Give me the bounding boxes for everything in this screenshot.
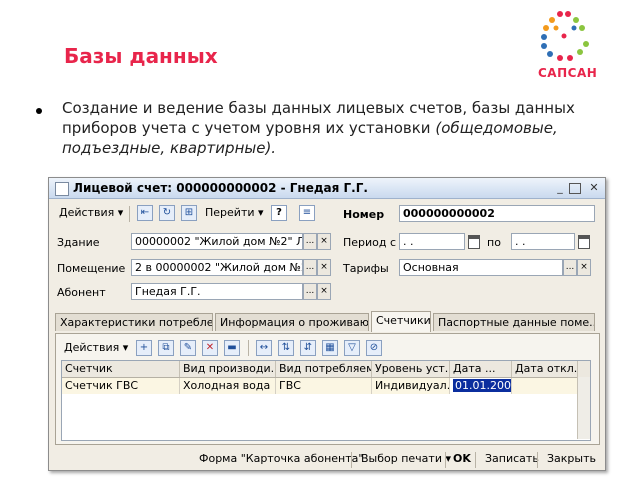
building-field[interactable]: 00000002 "Жилой дом №2" Лени xyxy=(131,233,303,250)
selected-date-value[interactable]: 01.01.2008 xyxy=(453,379,511,392)
columns-icon[interactable]: ▦ xyxy=(322,340,338,356)
table-scrollbar[interactable] xyxy=(577,377,590,439)
toolbar-separator xyxy=(129,206,130,222)
column-header[interactable]: Вид производи... xyxy=(180,361,276,377)
window-titlebar[interactable]: Лицевой счет: 000000000002 - Гнедая Г.Г.… xyxy=(49,178,605,199)
building-label: Здание xyxy=(57,236,100,249)
subscriber-label: Абонент xyxy=(57,286,106,299)
sort-asc-icon[interactable]: ⇅ xyxy=(278,340,294,356)
print-select-label: Выбор печати xyxy=(361,452,442,465)
close-button[interactable]: Закрыть xyxy=(543,451,600,467)
number-field[interactable]: 000000000002 xyxy=(399,205,595,222)
grid-actions-label: Действия xyxy=(64,341,120,354)
goto-menu-label: Перейти xyxy=(205,206,255,219)
tariffs-select-button[interactable]: ... xyxy=(563,259,577,276)
toolbar-separator xyxy=(537,452,538,468)
save-button[interactable]: Записать xyxy=(481,451,543,467)
period-from-field[interactable]: . . xyxy=(399,233,465,250)
subscriber-field[interactable]: Гнедая Г.Г. xyxy=(131,283,303,300)
bottom-bar: Форма "Карточка абонента" Выбор печати ▾… xyxy=(49,448,605,468)
subscriber-select-button[interactable]: ... xyxy=(303,283,317,300)
column-header[interactable]: Дата ... xyxy=(450,361,512,377)
premises-field[interactable]: 2 в 00000002 "Жилой дом №2" П xyxy=(131,259,303,276)
actions-menu-label: Действия xyxy=(59,206,115,219)
period-from-label: Период с xyxy=(343,236,397,249)
dropdown-arrow-icon: ▾ xyxy=(258,206,264,219)
toolbar-separator xyxy=(445,452,446,468)
structure-icon[interactable]: ⊞ xyxy=(181,205,197,221)
toolbar-separator xyxy=(475,452,476,468)
end-edit-icon[interactable]: ▬ xyxy=(224,340,240,356)
logo-text: САПСАН xyxy=(538,66,598,80)
tab-consumption-characteristics[interactable]: Характеристики потребле... xyxy=(55,313,213,331)
delete-row-icon[interactable]: ✕ xyxy=(202,340,218,356)
help-icon[interactable]: ? xyxy=(271,205,287,221)
ok-button[interactable]: OK xyxy=(449,451,475,467)
sort-desc-icon[interactable]: ⇵ xyxy=(300,340,316,356)
table-cell[interactable] xyxy=(512,378,578,394)
table-cell[interactable]: ГВС xyxy=(276,378,372,394)
print-select-button[interactable]: Выбор печати ▾ xyxy=(357,451,455,467)
toolbar-separator xyxy=(351,452,352,468)
tariffs-field[interactable]: Основная xyxy=(399,259,563,276)
dropdown-arrow-icon: ▾ xyxy=(117,206,124,219)
actions-menu-button[interactable]: Действия ▾ xyxy=(55,204,127,222)
dropdown-arrow-icon: ▾ xyxy=(122,341,129,354)
maximize-icon[interactable] xyxy=(569,183,581,194)
bullet-text: Создание и ведение базы данных лицевых с… xyxy=(62,98,602,158)
calendar-icon[interactable] xyxy=(578,235,590,249)
slide-title: Базы данных xyxy=(64,44,218,68)
add-row-icon[interactable]: + xyxy=(136,340,152,356)
meters-table: Счетчик Вид производи... Вид потребляем.… xyxy=(61,360,591,441)
meters-panel: Действия ▾ + ⧉ ✎ ✕ ▬ ↔ ⇅ ⇵ ▦ ▽ ⊘ Счетчик… xyxy=(55,333,600,445)
building-select-button[interactable]: ... xyxy=(303,233,317,250)
account-window: Лицевой счет: 000000000002 - Гнедая Г.Г.… xyxy=(48,177,606,471)
column-header[interactable]: Дата откл... xyxy=(512,361,578,377)
close-icon[interactable]: ✕ xyxy=(587,181,601,194)
copy-row-icon[interactable]: ⧉ xyxy=(158,340,174,356)
tariffs-clear-button[interactable]: × xyxy=(577,259,591,276)
column-header[interactable]: Вид потребляем... xyxy=(276,361,372,377)
table-cell[interactable]: Индивидуал... xyxy=(372,378,450,394)
number-label: Номер xyxy=(343,208,385,221)
premises-select-button[interactable]: ... xyxy=(303,259,317,276)
premises-label: Помещение xyxy=(57,262,126,275)
period-to-field[interactable]: . . xyxy=(511,233,575,250)
edit-row-icon[interactable]: ✎ xyxy=(180,340,196,356)
refresh-icon[interactable]: ↻ xyxy=(159,205,175,221)
window-form-icon xyxy=(55,182,69,196)
tariffs-label: Тарифы xyxy=(343,262,389,275)
column-header[interactable]: Уровень уст... xyxy=(372,361,450,377)
subscriber-clear-button[interactable]: × xyxy=(317,283,331,300)
tab-meters[interactable]: Счетчики xyxy=(371,311,431,332)
list-view-icon[interactable]: ≡ xyxy=(299,205,315,221)
grid-actions-button[interactable]: Действия ▾ xyxy=(60,339,132,357)
table-header: Счетчик Вид производи... Вид потребляем.… xyxy=(62,361,590,378)
toolbar-separator xyxy=(248,340,249,356)
minimize-icon[interactable]: _ xyxy=(553,181,567,194)
premises-clear-button[interactable]: × xyxy=(317,259,331,276)
column-header[interactable]: Счетчик xyxy=(62,361,180,377)
filter-icon[interactable]: ▽ xyxy=(344,340,360,356)
go-to-list-icon[interactable]: ⇤ xyxy=(137,205,153,221)
building-clear-button[interactable]: × xyxy=(317,233,331,250)
move-icon[interactable]: ↔ xyxy=(256,340,272,356)
window-title: Лицевой счет: 000000000002 - Гнедая Г.Г. xyxy=(73,181,368,195)
bullet-dot xyxy=(36,108,42,114)
calendar-icon[interactable] xyxy=(468,235,480,249)
table-cell-selected[interactable]: 01.01.2008 xyxy=(450,378,512,394)
period-to-label: по xyxy=(487,236,501,249)
clear-filter-icon[interactable]: ⊘ xyxy=(366,340,382,356)
tab-residents-info[interactable]: Информация о проживаю... xyxy=(215,313,369,331)
subscriber-card-form-button[interactable]: Форма "Карточка абонента" xyxy=(195,451,367,467)
tab-premises-passport[interactable]: Паспортные данные поме... xyxy=(433,313,595,331)
table-cell[interactable]: Холодная вода xyxy=(180,378,276,394)
goto-menu-button[interactable]: Перейти ▾ xyxy=(201,204,268,222)
table-cell[interactable]: Счетчик ГВС xyxy=(62,378,180,394)
